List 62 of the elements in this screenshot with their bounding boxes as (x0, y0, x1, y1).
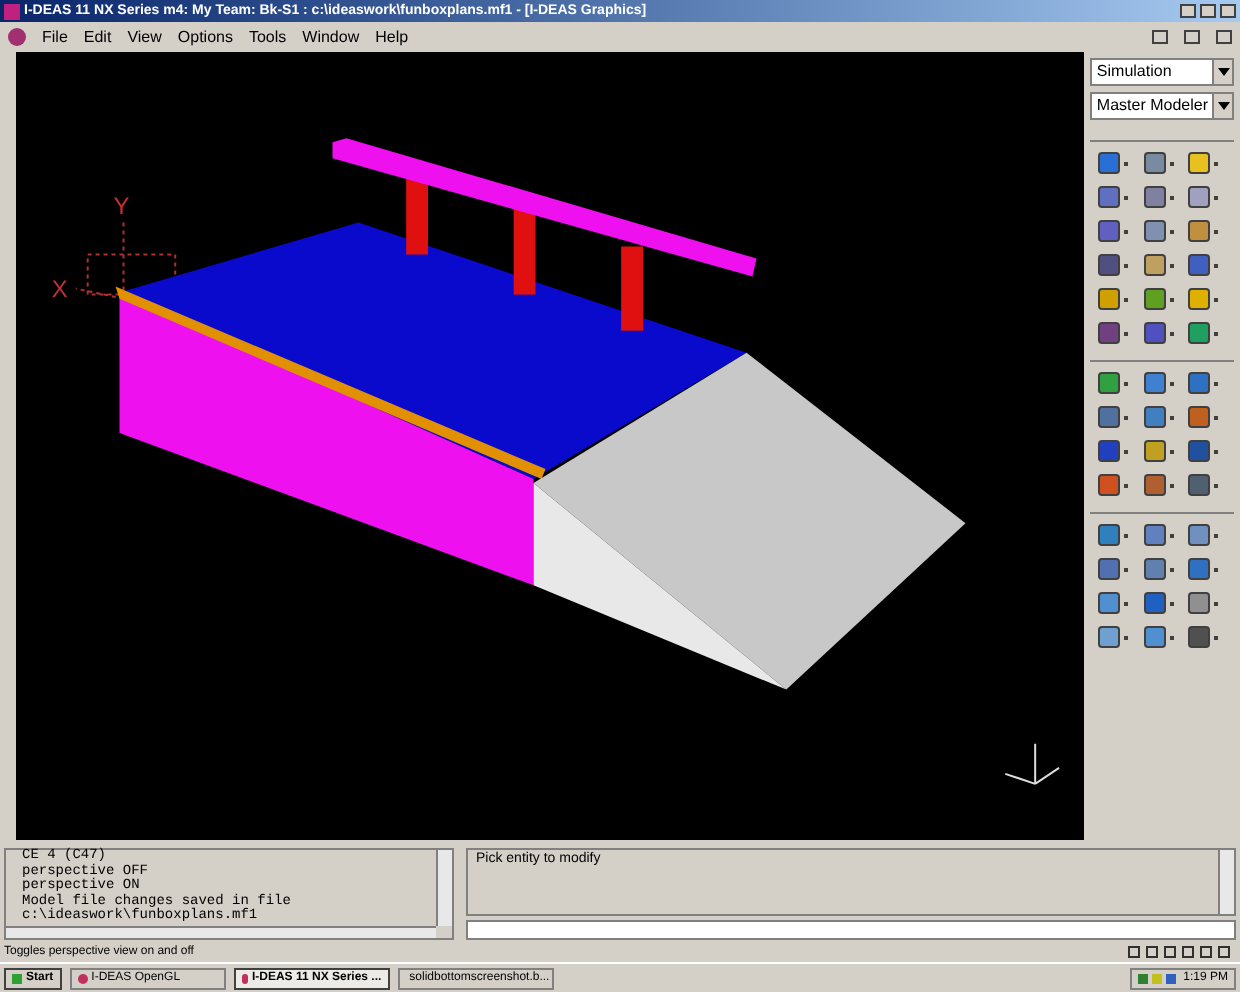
tool-icon[interactable] (1143, 524, 1166, 546)
program-icon (77, 973, 88, 983)
axis-label: Y (113, 192, 130, 221)
tool-icon[interactable] (1098, 626, 1121, 648)
tool-icon[interactable] (1188, 322, 1211, 344)
tool-icon[interactable] (1143, 558, 1166, 580)
view-triad-drawing (1004, 742, 1060, 785)
tool-icon[interactable] (1188, 186, 1211, 208)
tool-icon[interactable] (1143, 440, 1166, 462)
tool-icon[interactable] (1098, 152, 1121, 174)
dropdown[interactable]: Simulation (1090, 58, 1234, 86)
graphics-viewport[interactable]: Y X (15, 52, 1085, 840)
menu-item[interactable]: Help (375, 29, 409, 45)
tool-icon[interactable] (1188, 220, 1211, 242)
tool-icon[interactable] (1143, 592, 1166, 614)
tool-icon[interactable] (1143, 186, 1166, 208)
scrollbar[interactable] (436, 850, 452, 925)
tool-icon[interactable] (1098, 406, 1121, 428)
dropdown[interactable]: Master Modeler (1090, 92, 1234, 120)
tool-icon[interactable] (1143, 322, 1166, 344)
tool-icon[interactable] (1188, 372, 1211, 394)
tool-icon[interactable] (1098, 440, 1121, 462)
menu-item[interactable]: Options (177, 29, 233, 45)
tool-icon[interactable] (1098, 524, 1121, 546)
axis-label: X (51, 274, 68, 303)
tool-icon[interactable] (1143, 474, 1166, 496)
program-icon (241, 973, 248, 983)
tool-icon[interactable] (1188, 474, 1211, 496)
tool-icon[interactable] (1143, 288, 1166, 310)
tool-icon[interactable] (1188, 406, 1211, 428)
tool-icon[interactable] (1143, 372, 1166, 394)
tool-icon[interactable] (1188, 558, 1211, 580)
tool-icon[interactable] (1098, 474, 1121, 496)
scrollbar[interactable] (6, 925, 436, 938)
menu-item[interactable]: View (127, 29, 162, 45)
menu-item[interactable]: Tools (248, 29, 287, 45)
tool-icon[interactable] (1098, 592, 1121, 614)
scrollbar[interactable] (1218, 850, 1234, 914)
windows-logo-icon (12, 973, 22, 983)
menu-item[interactable]: File (42, 29, 68, 45)
tool-icon[interactable] (1098, 372, 1121, 394)
tool-icon[interactable] (1188, 626, 1211, 648)
menu-item[interactable]: Edit (83, 29, 112, 45)
menu-item[interactable]: Window (302, 29, 360, 45)
tool-icon[interactable] (1143, 406, 1166, 428)
tool-icon[interactable] (1188, 524, 1211, 546)
tool-icon[interactable] (1143, 152, 1166, 174)
tool-icon[interactable] (1098, 288, 1121, 310)
tool-icon[interactable] (1143, 626, 1166, 648)
tool-icon[interactable] (1098, 322, 1121, 344)
tool-icon[interactable] (1098, 254, 1121, 276)
tool-icon[interactable] (1188, 254, 1211, 276)
tool-icon[interactable] (1188, 592, 1211, 614)
tool-icon[interactable] (1098, 558, 1121, 580)
command-input[interactable] (466, 920, 1236, 940)
tool-icon[interactable] (1188, 152, 1211, 174)
tool-icon[interactable] (1143, 254, 1166, 276)
tool-icon[interactable] (1143, 220, 1166, 242)
tool-icon[interactable] (1188, 440, 1211, 462)
tool-icon[interactable] (1098, 220, 1121, 242)
tool-icon[interactable] (1188, 288, 1211, 310)
tool-icon[interactable] (1098, 186, 1121, 208)
